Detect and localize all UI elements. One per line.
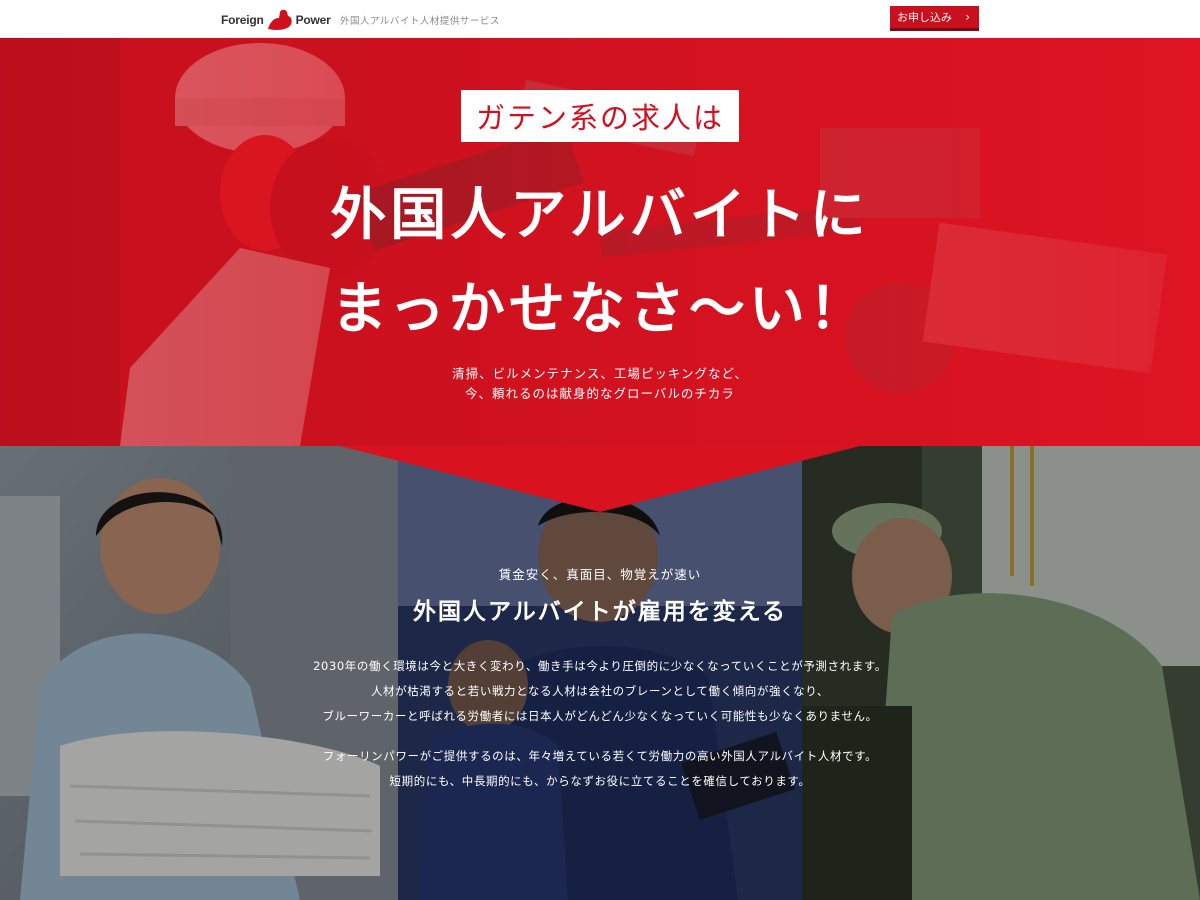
feature-paragraph1-line1: 2030年の働く環境は今と大きく変わり、働き手は今より圧倒的に少なくなっていくこ… xyxy=(313,659,887,673)
hero-subtitle-line1: 清掃、ビルメンテナンス、工場ピッキングなど、 xyxy=(452,366,748,381)
hero-badge: ガテン系の求人は xyxy=(461,90,739,142)
flexed-arm-icon xyxy=(267,9,292,30)
logo-word-power: Power xyxy=(295,13,331,27)
hero-title-line2: まっかせなさ〜い！ xyxy=(331,277,869,342)
hero-title-line1: 外国人アルバイトに xyxy=(330,183,870,248)
hero-subtitle-line2: 今、頼れるのは献身的なグローバルのチカラ xyxy=(465,386,735,401)
hero-section: ガテン系の求人は 外国人アルバイトに まっかせなさ〜い！ 清掃、ビルメンテナンス… xyxy=(0,38,1200,446)
apply-button[interactable]: お申し込み › xyxy=(890,6,979,31)
feature-kicker: 賃金安く、真面目、物覚えが速い xyxy=(498,567,702,582)
apply-button-label: お申し込み xyxy=(897,11,952,24)
hero-badge-text: ガテン系の求人は xyxy=(475,101,724,135)
logo-word-foreign: Foreign xyxy=(221,13,264,27)
feature-paragraph1-line2: 人材が枯渇すると若い戦力となる人材は会社のブレーンとして働く傾向が強くなり、 xyxy=(370,684,830,698)
site-header: Foreign Power 外国人アルバイト人材提供サービス お申し込み › xyxy=(0,0,1200,38)
feature-paragraph2-line1: フォーリンパワーがご提供するのは、年々増えている若くて労働力の高い外国人アルバイ… xyxy=(322,749,878,763)
feature-title: 外国人アルバイトが雇用を変える xyxy=(412,599,788,625)
site-tagline: 外国人アルバイト人材提供サービス xyxy=(340,16,500,27)
feature-paragraph2-line2: 短期的にも、中長期的にも、からなずお役に立てることを確信しております。 xyxy=(389,774,811,788)
chevron-right-icon: › xyxy=(965,10,970,24)
feature-paragraph1-line3: ブルーワーカーと呼ばれる労働者には日本人がどんどん少なくなっていく可能性も少なく… xyxy=(322,709,878,723)
feature-section: 賃金安く、真面目、物覚えが速い 外国人アルバイトが雇用を変える 2030年の働く… xyxy=(0,446,1200,900)
site-logo[interactable]: Foreign Power xyxy=(221,8,331,32)
